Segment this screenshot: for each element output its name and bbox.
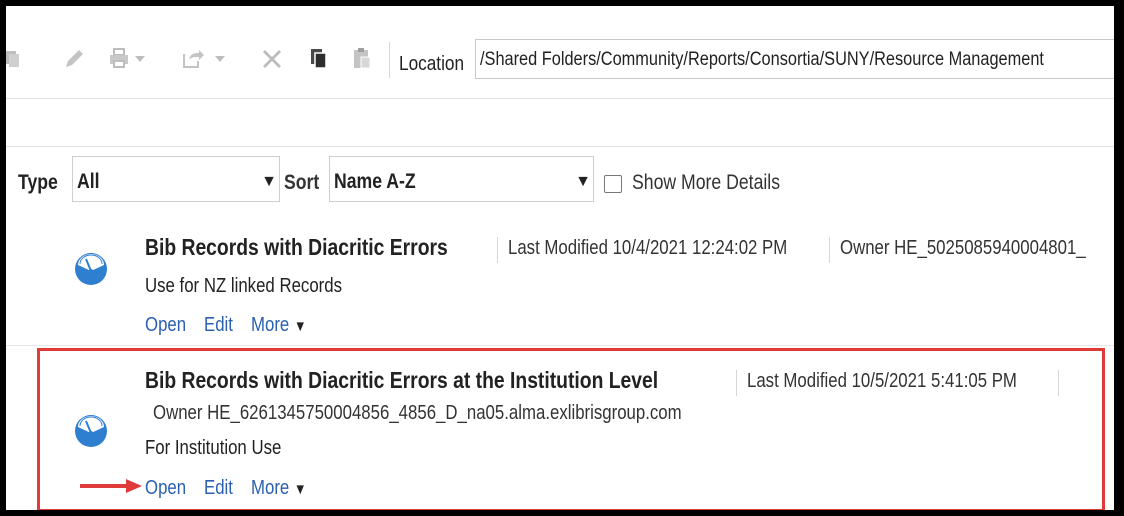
item-owner: Owner HE_5025085940004801_ [840, 237, 1086, 259]
location-path: /Shared Folders/Community/Reports/Consor… [480, 49, 1044, 70]
type-select-value: All [77, 170, 100, 193]
meta-separator [1058, 370, 1059, 396]
sort-select-value: Name A-Z [334, 170, 416, 193]
list-divider [6, 345, 1114, 346]
duplicate-icon[interactable] [306, 46, 330, 70]
toolbar-separator [389, 42, 390, 78]
edit-link[interactable]: Edit [204, 314, 233, 337]
meta-separator [497, 237, 498, 263]
edit-link[interactable]: Edit [204, 477, 233, 500]
catalog-window: Location /Shared Folders/Community/Repor… [6, 6, 1114, 510]
more-menu-link[interactable]: More ▼ [251, 477, 306, 500]
item-last-modified: Last Modified 10/5/2021 5:41:05 PM [747, 370, 1017, 392]
toolbar-band [6, 98, 1114, 147]
more-menu-label: More ▼ [251, 314, 307, 336]
copy-icon[interactable] [6, 46, 24, 70]
sort-label: Sort [284, 171, 320, 194]
open-link[interactable]: Open [145, 477, 186, 500]
share-icon[interactable] [181, 46, 205, 70]
show-more-details-label[interactable]: Show More Details [632, 171, 780, 195]
item-description: Use for NZ linked Records [145, 275, 343, 297]
print-menu-chevron-icon[interactable] [133, 46, 147, 70]
meta-separator [736, 370, 737, 396]
location-field[interactable]: /Shared Folders/Community/Reports/Consor… [475, 39, 1114, 79]
paste-icon[interactable] [350, 46, 374, 70]
item-title[interactable]: Bib Records with Diacritic Errors [145, 234, 448, 261]
red-arrow-annotation [80, 479, 142, 493]
more-menu-link[interactable]: More ▼ [251, 314, 306, 337]
show-more-details-checkbox[interactable] [604, 175, 622, 193]
chevron-down-icon: ▼ [293, 318, 307, 335]
chevron-down-icon: ▼ [575, 173, 591, 190]
pencil-icon[interactable] [62, 46, 86, 70]
share-menu-chevron-icon[interactable] [213, 46, 227, 70]
analysis-report-icon[interactable] [74, 252, 108, 286]
chevron-down-icon: ▼ [293, 481, 307, 498]
item-title[interactable]: Bib Records with Diacritic Errors at the… [145, 367, 658, 394]
more-menu-label: More ▼ [251, 477, 307, 499]
open-link[interactable]: Open [145, 314, 186, 337]
item-last-modified: Last Modified 10/4/2021 12:24:02 PM [508, 237, 788, 259]
type-label: Type [18, 171, 58, 194]
sort-select[interactable]: Name A-Z ▼ [329, 156, 594, 202]
type-select[interactable]: All ▼ [72, 156, 280, 202]
meta-separator [829, 237, 830, 263]
analysis-report-icon[interactable] [74, 414, 108, 448]
item-owner: Owner HE_6261345750004856_4856_D_na05.al… [153, 402, 682, 424]
toolbar: Location /Shared Folders/Community/Repor… [6, 6, 1114, 99]
print-icon[interactable] [107, 46, 131, 70]
item-description: For Institution Use [145, 437, 282, 459]
delete-icon[interactable] [260, 46, 284, 70]
location-label: Location [399, 53, 465, 75]
chevron-down-icon: ▼ [261, 173, 277, 190]
